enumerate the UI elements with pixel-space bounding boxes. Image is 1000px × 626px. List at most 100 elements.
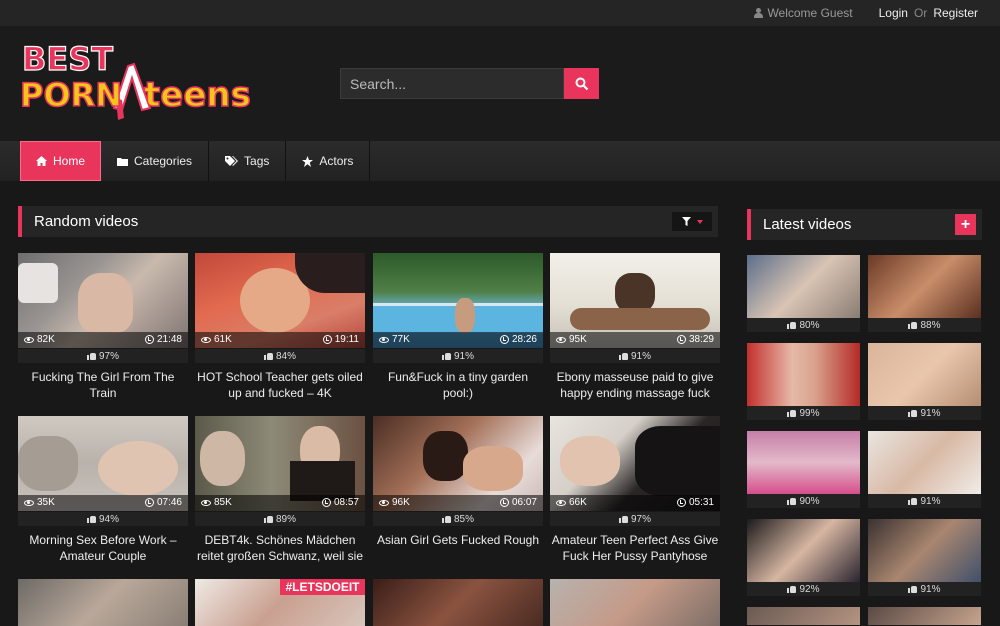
sidebar-video-card[interactable]: 88% <box>868 255 981 332</box>
video-card[interactable]: 35K 07:46 94% Morning Sex Before Work – A… <box>18 416 188 564</box>
sidebar-video-card[interactable]: 91% <box>868 519 981 596</box>
video-duration: 08:57 <box>333 497 359 508</box>
sidebar-video-card[interactable]: 99% <box>747 343 860 420</box>
video-card[interactable]: 66K 05:31 97% Amateur Teen Perfect Ass Gi… <box>550 416 720 564</box>
video-thumbnail[interactable] <box>747 607 860 625</box>
video-card[interactable]: 96K 06:07 85% Asian Girl Gets Fucked Roug… <box>373 416 543 564</box>
video-title[interactable]: Ebony masseuse paid to give happy ending… <box>550 369 720 401</box>
star-icon <box>302 155 314 167</box>
video-card[interactable] <box>550 579 720 626</box>
video-thumbnail[interactable]: 95K 38:29 <box>550 253 720 348</box>
or-text: Or <box>913 6 928 20</box>
video-thumbnail[interactable] <box>18 579 188 626</box>
thumbs-up-icon <box>86 515 96 523</box>
clock-icon <box>321 498 331 507</box>
rating-value: 91% <box>453 350 474 362</box>
video-title[interactable]: Morning Sex Before Work – Amateur Couple <box>18 532 188 564</box>
video-card[interactable]: 95K 38:29 91% Ebony masseuse paid to give… <box>550 253 720 401</box>
sidebar-video-card[interactable] <box>747 607 860 625</box>
nav-home[interactable]: Home <box>20 141 102 181</box>
latest-videos-header: Latest videos + <box>747 209 982 240</box>
login-link[interactable]: Login <box>879 6 908 20</box>
video-thumbnail[interactable] <box>373 579 543 626</box>
welcome-text: Welcome Guest <box>754 6 853 20</box>
video-card[interactable]: 85K 08:57 89% DEBT4k. Schönes Mädchen rei… <box>195 416 365 564</box>
video-thumbnail[interactable]: 82K 21:48 <box>18 253 188 348</box>
video-card[interactable]: #LETSDOEIT <box>195 579 365 626</box>
video-title[interactable]: Amateur Teen Perfect Ass Give Fuck Her P… <box>550 532 720 564</box>
video-title[interactable]: HOT School Teacher gets oiled up and fuc… <box>195 369 365 401</box>
video-rating: 94% <box>18 512 188 526</box>
video-thumbnail[interactable]: 35K 07:46 <box>18 416 188 511</box>
video-thumbnail[interactable] <box>868 255 981 318</box>
video-card[interactable]: 77K 28:26 91% Fun&Fuck in a tiny garden p… <box>373 253 543 401</box>
clock-icon <box>499 498 509 507</box>
sidebar-video-card[interactable]: 80% <box>747 255 860 332</box>
site-logo[interactable]: BEST PORN teens <box>18 38 254 122</box>
video-thumbnail[interactable] <box>550 579 720 626</box>
random-videos-header: Random videos <box>18 206 718 237</box>
welcome-label: Welcome Guest <box>767 6 853 20</box>
add-button[interactable]: + <box>955 214 976 235</box>
video-thumbnail[interactable]: 61K 19:11 <box>195 253 365 348</box>
sidebar-video-card[interactable] <box>868 607 981 625</box>
logo-teens: teens <box>144 75 251 115</box>
thumbs-up-icon <box>908 321 918 329</box>
search-input[interactable] <box>340 68 564 99</box>
thumbs-up-icon <box>263 352 273 360</box>
caret-down-icon <box>696 219 703 224</box>
sidebar-video-card[interactable]: 91% <box>868 431 981 508</box>
video-title[interactable]: Asian Girl Gets Fucked Rough <box>373 532 543 564</box>
video-thumbnail[interactable]: 85K 08:57 <box>195 416 365 511</box>
video-thumbnail[interactable]: 96K 06:07 <box>373 416 543 511</box>
thumbs-up-icon <box>908 497 918 505</box>
clock-icon <box>144 335 154 344</box>
video-thumbnail[interactable] <box>868 607 981 625</box>
video-card[interactable]: 61K 19:11 84% HOT School Teacher gets oil… <box>195 253 365 401</box>
filter-icon <box>681 217 691 226</box>
sidebar-video-card[interactable]: 91% <box>868 343 981 420</box>
folder-icon <box>117 157 129 166</box>
rating-value: 91% <box>920 407 941 419</box>
video-title[interactable]: DEBT4k. Schönes Mädchen reitet großen Sc… <box>195 532 365 564</box>
filter-button[interactable] <box>672 212 712 231</box>
video-thumbnail[interactable]: 66K 05:31 <box>550 416 720 511</box>
video-thumbnail[interactable] <box>868 519 981 582</box>
video-thumbnail[interactable] <box>747 255 860 318</box>
rating-value: 94% <box>98 513 119 525</box>
video-card[interactable] <box>18 579 188 626</box>
video-thumbnail[interactable] <box>868 343 981 406</box>
section-title: Random videos <box>34 213 139 230</box>
eye-icon <box>201 499 211 506</box>
clock-icon <box>676 498 686 507</box>
thumbs-up-icon <box>787 321 797 329</box>
video-title[interactable]: Fucking The Girl From The Train <box>18 369 188 401</box>
video-title[interactable]: Fun&Fuck in a tiny garden pool:) <box>373 369 543 401</box>
video-card[interactable]: 82K 21:48 97% Fucking The Girl From The T… <box>18 253 188 401</box>
user-icon <box>754 8 764 18</box>
video-thumbnail[interactable]: 77K 28:26 <box>373 253 543 348</box>
video-rating: 92% <box>747 582 860 596</box>
sidebar-video-card[interactable]: 92% <box>747 519 860 596</box>
register-link[interactable]: Register <box>933 6 978 20</box>
eye-icon <box>24 336 34 343</box>
rating-value: 84% <box>275 350 296 362</box>
nav-categories[interactable]: Categories <box>101 141 210 181</box>
video-card[interactable] <box>373 579 543 626</box>
video-thumbnail[interactable] <box>868 431 981 494</box>
search-button[interactable] <box>564 68 599 99</box>
rating-value: 89% <box>275 513 296 525</box>
video-duration: 19:11 <box>334 334 359 345</box>
video-thumbnail[interactable] <box>747 519 860 582</box>
thumbs-up-icon <box>908 409 918 417</box>
video-thumbnail[interactable] <box>747 343 860 406</box>
thumbs-up-icon <box>86 352 96 360</box>
video-thumbnail[interactable]: #LETSDOEIT <box>195 579 365 626</box>
video-thumbnail[interactable] <box>747 431 860 494</box>
video-views: 77K <box>392 334 410 345</box>
video-rating: 91% <box>868 582 981 596</box>
nav-actors[interactable]: Actors <box>286 141 371 181</box>
rating-value: 88% <box>920 319 941 331</box>
sidebar-video-card[interactable]: 90% <box>747 431 860 508</box>
nav-tags[interactable]: Tags <box>209 141 287 181</box>
